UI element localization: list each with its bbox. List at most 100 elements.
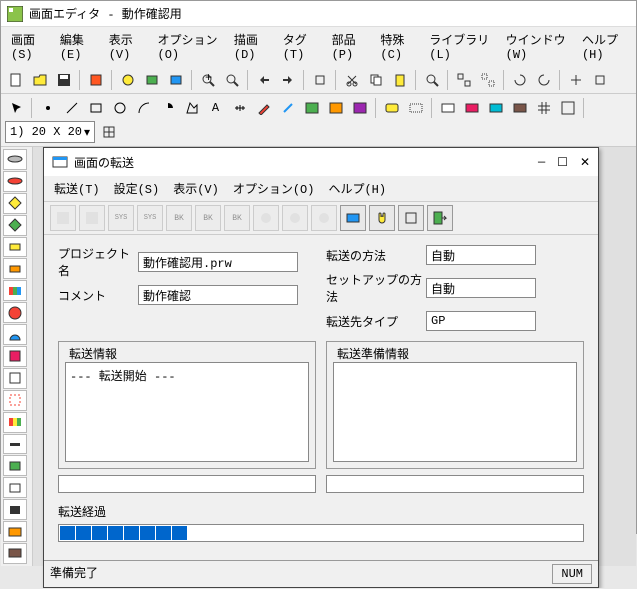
pal-4[interactable]: [3, 215, 27, 236]
grid-icon[interactable]: [533, 97, 554, 118]
tool-d-icon[interactable]: [165, 69, 186, 90]
dmenu-settings[interactable]: 設定(S): [114, 180, 160, 197]
copy-icon[interactable]: [365, 69, 386, 90]
menu-option[interactable]: オプション(O): [158, 31, 220, 62]
dmenu-transfer[interactable]: 転送(T): [54, 180, 100, 197]
pal-14[interactable]: [3, 434, 27, 455]
pen-icon[interactable]: [253, 97, 274, 118]
pal-8[interactable]: [3, 302, 27, 323]
dtb-exit-icon[interactable]: [427, 205, 453, 231]
menu-special[interactable]: 特殊(C): [380, 31, 415, 62]
tag2-icon[interactable]: [461, 97, 482, 118]
save-icon[interactable]: [53, 69, 74, 90]
dtb-5-icon[interactable]: [311, 205, 337, 231]
pal-10[interactable]: [3, 346, 27, 367]
rot1-icon[interactable]: [509, 69, 530, 90]
dtb-7-icon[interactable]: [398, 205, 424, 231]
menu-window[interactable]: ウインドウ(W): [506, 31, 568, 62]
dtb-bk3-icon[interactable]: BK: [224, 205, 250, 231]
menu-library[interactable]: ライブラリ(L): [429, 31, 491, 62]
flip2-icon[interactable]: [589, 69, 610, 90]
wand-icon[interactable]: [277, 97, 298, 118]
maximize-button[interactable]: ☐: [557, 155, 568, 170]
tag5-icon[interactable]: [557, 97, 578, 118]
menu-parts[interactable]: 部品(P): [332, 31, 367, 62]
tag3-icon[interactable]: [485, 97, 506, 118]
rect-icon[interactable]: [85, 97, 106, 118]
pal-2[interactable]: [3, 171, 27, 192]
pal-17[interactable]: [3, 499, 27, 520]
pal-1[interactable]: [3, 149, 27, 170]
dmenu-option[interactable]: オプション(O): [233, 180, 315, 197]
zoom-in-icon[interactable]: +: [197, 69, 218, 90]
tool-e-icon[interactable]: [309, 69, 330, 90]
dtb-hand-icon[interactable]: [369, 205, 395, 231]
tool-c-icon[interactable]: [141, 69, 162, 90]
tool-b-icon[interactable]: [117, 69, 138, 90]
find-icon[interactable]: [421, 69, 442, 90]
close-button[interactable]: ✕: [580, 155, 590, 170]
pal-18[interactable]: [3, 521, 27, 542]
dtb-6-icon[interactable]: [340, 205, 366, 231]
poly-icon[interactable]: [181, 97, 202, 118]
img2-icon[interactable]: [325, 97, 346, 118]
pal-15[interactable]: [3, 455, 27, 476]
prep-textarea[interactable]: [333, 362, 577, 462]
scale-icon[interactable]: [229, 97, 250, 118]
img1-icon[interactable]: [301, 97, 322, 118]
menu-screen[interactable]: 画面(S): [11, 31, 46, 62]
pal-19[interactable]: [3, 543, 27, 564]
arc-icon[interactable]: [133, 97, 154, 118]
pal-12[interactable]: [3, 390, 27, 411]
btn1-icon[interactable]: [381, 97, 402, 118]
menu-edit[interactable]: 編集(E): [60, 31, 95, 62]
line-icon[interactable]: [61, 97, 82, 118]
circle-icon[interactable]: [109, 97, 130, 118]
pal-9[interactable]: [3, 324, 27, 345]
pal-11[interactable]: [3, 368, 27, 389]
pointer-icon[interactable]: [5, 97, 26, 118]
dtb-3-icon[interactable]: [253, 205, 279, 231]
dtb-4-icon[interactable]: [282, 205, 308, 231]
tag4-icon[interactable]: [509, 97, 530, 118]
undo-icon[interactable]: [253, 69, 274, 90]
pal-7[interactable]: [3, 280, 27, 301]
menu-draw[interactable]: 描画(D): [234, 31, 269, 62]
zoom-out-icon[interactable]: [221, 69, 242, 90]
zoom-combo[interactable]: 1) 20 X 20▾: [5, 121, 95, 143]
rot2-icon[interactable]: [533, 69, 554, 90]
info-textarea[interactable]: --- 転送開始 ---: [65, 362, 309, 462]
open-icon[interactable]: [29, 69, 50, 90]
dtb-sys1-icon[interactable]: SYS: [108, 205, 134, 231]
pal-13[interactable]: [3, 412, 27, 433]
dtb-bk2-icon[interactable]: BK: [195, 205, 221, 231]
text-icon[interactable]: A: [205, 97, 226, 118]
pal-3[interactable]: [3, 193, 27, 214]
ungroup-icon[interactable]: [477, 69, 498, 90]
tool-a-icon[interactable]: [85, 69, 106, 90]
redo-icon[interactable]: [277, 69, 298, 90]
pal-6[interactable]: [3, 258, 27, 279]
menu-view[interactable]: 表示(V): [109, 31, 144, 62]
dmenu-help[interactable]: ヘルプ(H): [328, 180, 386, 197]
img3-icon[interactable]: [349, 97, 370, 118]
flip1-icon[interactable]: [565, 69, 586, 90]
new-icon[interactable]: [5, 69, 26, 90]
dtb-sys2-icon[interactable]: SYS: [137, 205, 163, 231]
grid2-icon[interactable]: [98, 122, 119, 143]
group-icon[interactable]: [453, 69, 474, 90]
menu-tag[interactable]: タグ(T): [283, 31, 318, 62]
dtb-2-icon[interactable]: [79, 205, 105, 231]
dot-icon[interactable]: [37, 97, 58, 118]
dtb-bk1-icon[interactable]: BK: [166, 205, 192, 231]
dmenu-view[interactable]: 表示(V): [173, 180, 219, 197]
cut-icon[interactable]: [341, 69, 362, 90]
dtb-1-icon[interactable]: [50, 205, 76, 231]
pal-16[interactable]: [3, 477, 27, 498]
pie-icon[interactable]: [157, 97, 178, 118]
tag1-icon[interactable]: [437, 97, 458, 118]
minimize-button[interactable]: —: [538, 155, 545, 170]
menu-help[interactable]: ヘルプ(H): [582, 31, 626, 62]
paste-icon[interactable]: [389, 69, 410, 90]
pal-5[interactable]: [3, 237, 27, 258]
